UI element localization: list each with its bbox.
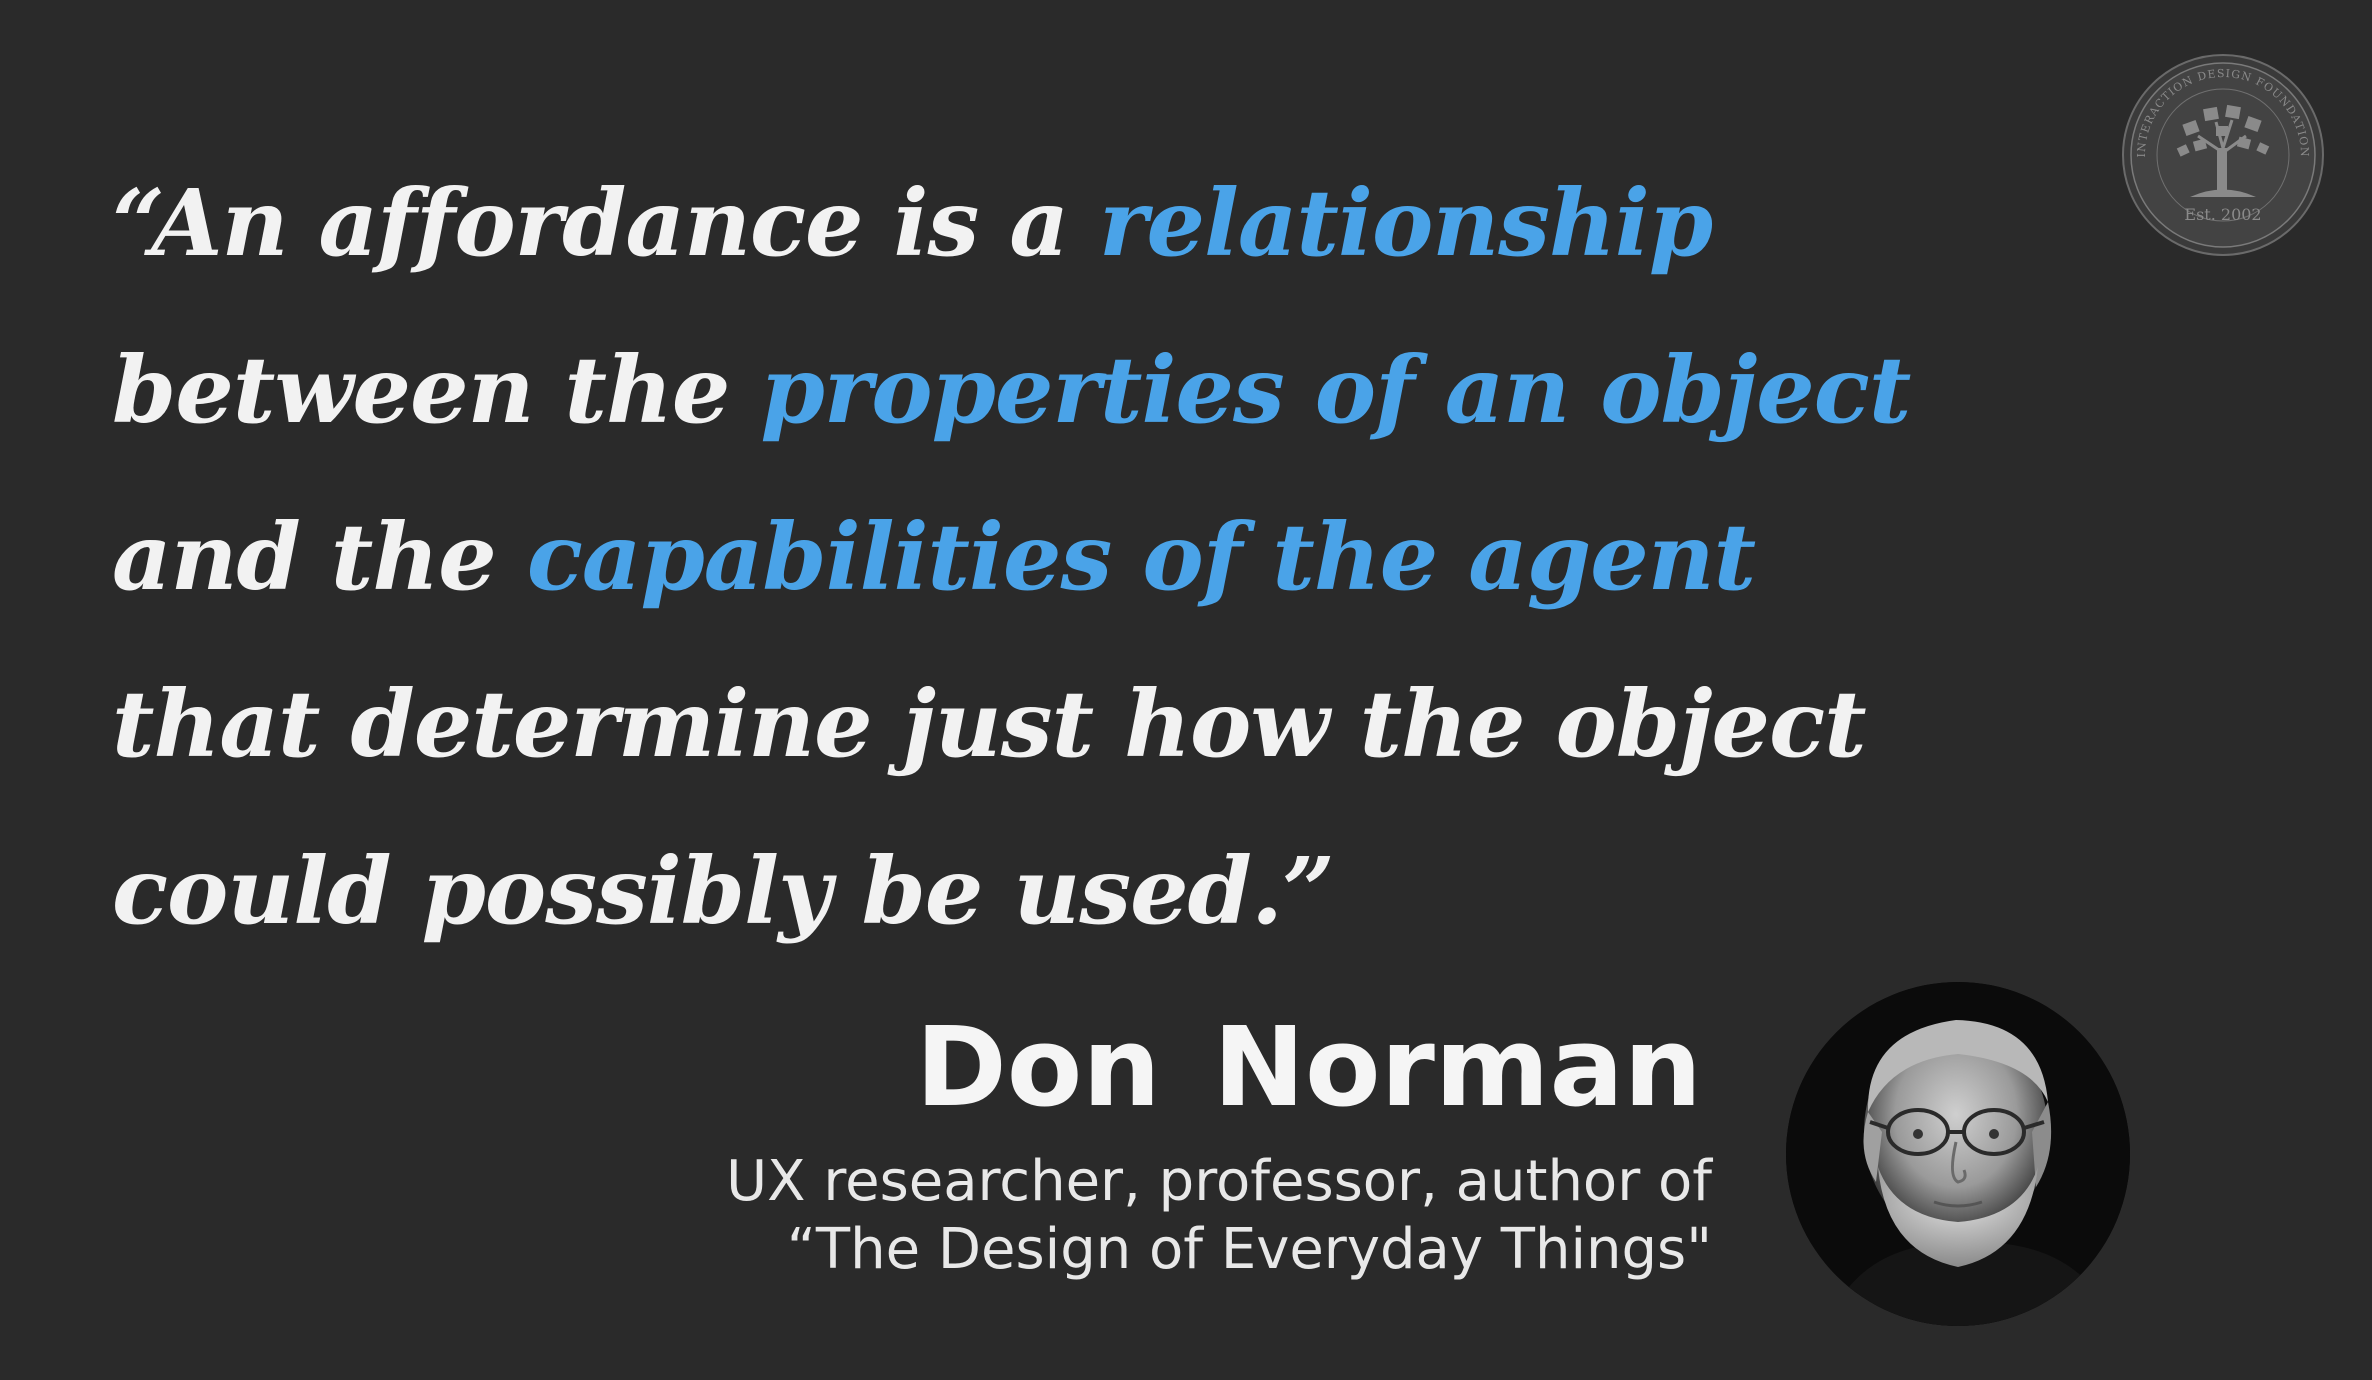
quote-block: “An affordance is a relationship between… [112, 140, 1911, 975]
quote-highlight: capabilities of the agent [526, 503, 1756, 611]
author-role-line-1: UX researcher, professor, author of [726, 1149, 1712, 1214]
portrait-illustration [1786, 982, 2130, 1326]
quote-text: between the [112, 336, 761, 444]
quote-highlight: relationship [1098, 169, 1713, 277]
author-role-line-2: “The Design of Everyday Things" [786, 1217, 1712, 1282]
tree-seal-icon: INTERACTION DESIGN FOUNDATION Est. 2002 [2122, 54, 2324, 256]
quote-line-3: and the capabilities of the agent [112, 474, 1872, 641]
quote-line-5: could possibly be used.” [112, 808, 1872, 975]
author-role: UX researcher, professor, author of “The… [726, 1148, 1712, 1284]
slide: “An affordance is a relationship between… [0, 0, 2372, 1380]
quote-text: “An affordance is a [112, 169, 1099, 277]
organization-logo: INTERACTION DESIGN FOUNDATION Est. 2002 [2120, 52, 2326, 258]
logo-est-text: Est. 2002 [2184, 205, 2261, 224]
quote-line-4: that determine just how the object [112, 641, 1872, 808]
author-name: Don Norman [915, 1003, 1702, 1131]
quote-line-2: between the properties of an object [112, 307, 1911, 474]
quote-text: and the [112, 503, 527, 611]
author-portrait [1786, 982, 2130, 1326]
quote-text: could possibly be used.” [112, 837, 1335, 945]
quote-line-1: “An affordance is a relationship [112, 140, 1872, 307]
quote-highlight: properties of an object [760, 336, 1912, 444]
quote-text: that determine just how the object [112, 670, 1867, 778]
